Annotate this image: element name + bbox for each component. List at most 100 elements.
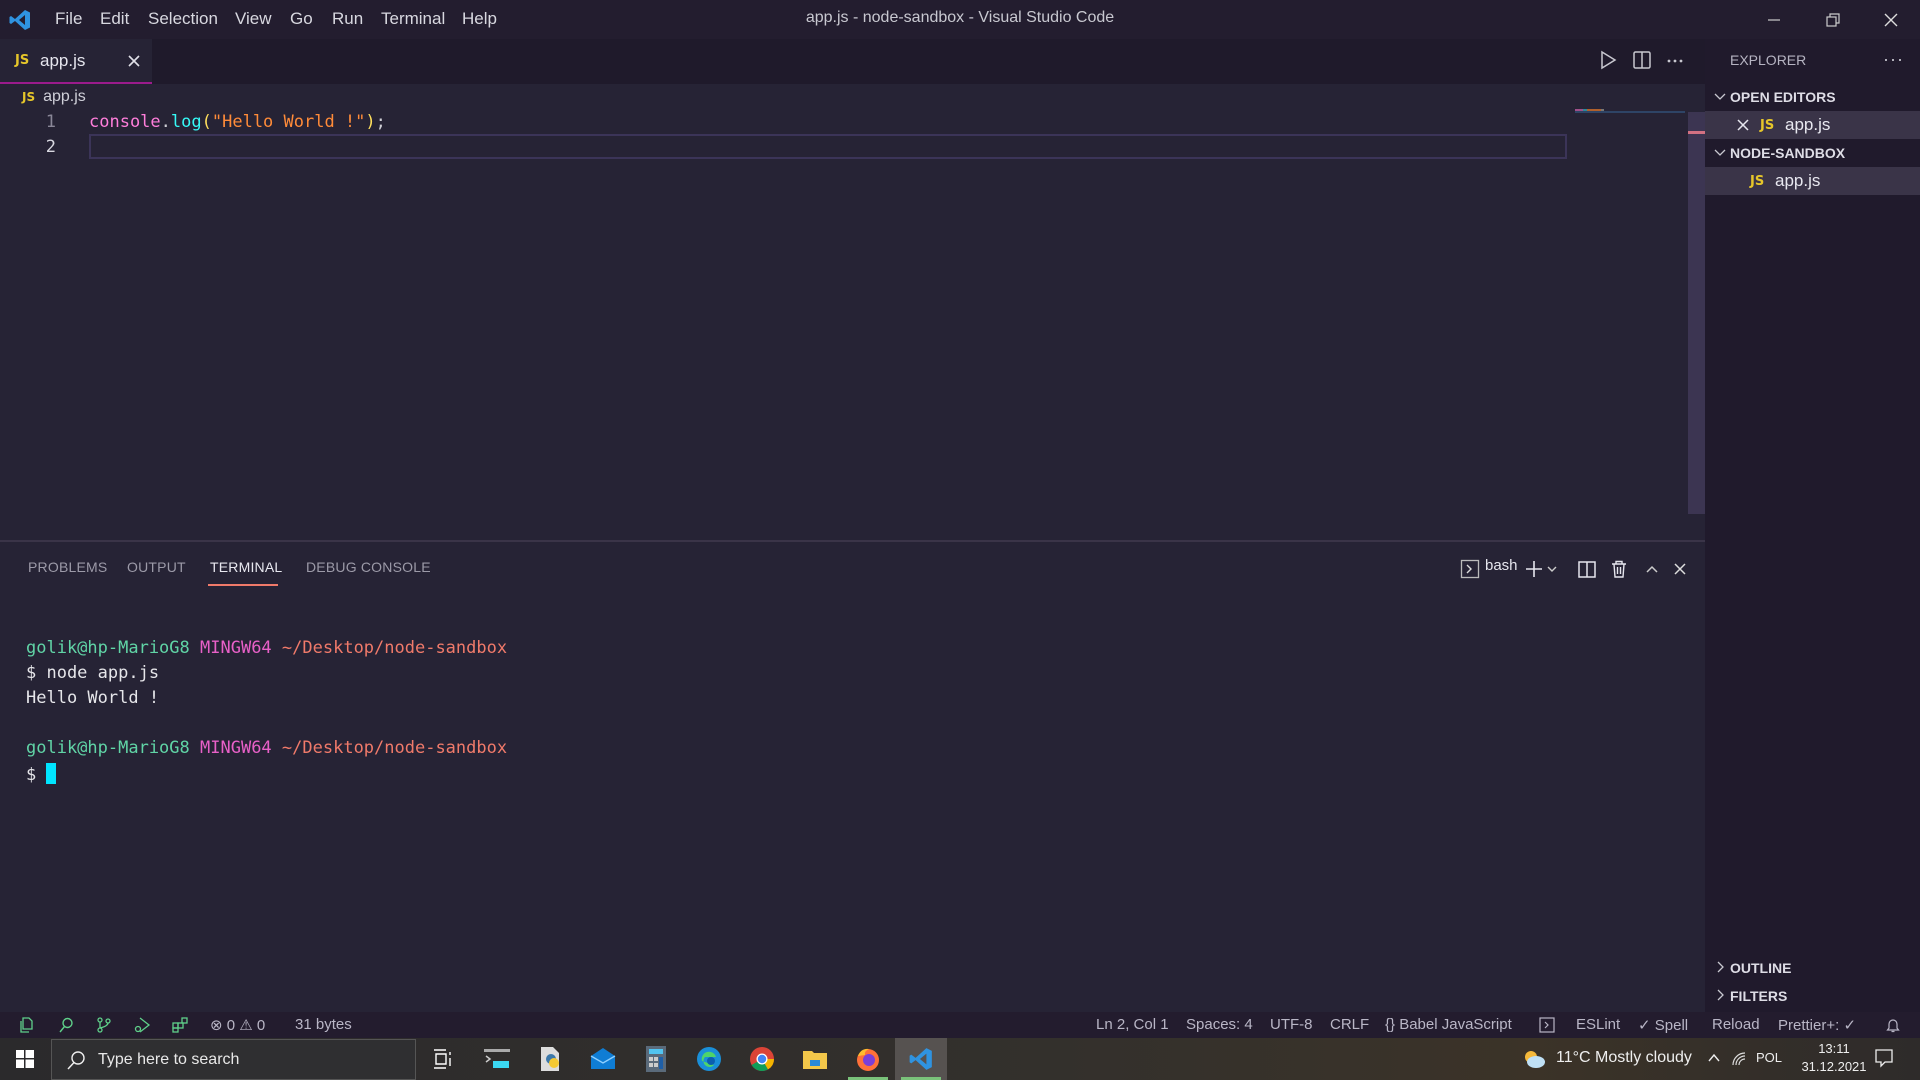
weather-widget[interactable]: 11°C Mostly cloudy xyxy=(1556,1049,1692,1067)
terminal-prompt: golik@hp-MarioG8 MINGW64 ~/Desktop/node-… xyxy=(26,738,507,758)
notifications-bell-icon[interactable] xyxy=(1884,1016,1902,1034)
taskbar-vscode-app[interactable] xyxy=(895,1038,947,1080)
terminal-input-line[interactable]: $ xyxy=(26,763,57,785)
tab-problems[interactable]: PROBLEMS xyxy=(28,559,107,575)
windows-taskbar: Type here to search 11°C Mostly cloudy P… xyxy=(0,1038,1920,1080)
menu-edit[interactable]: Edit xyxy=(100,9,129,29)
more-actions-icon[interactable] xyxy=(1664,49,1686,71)
search-icon[interactable] xyxy=(57,1016,75,1034)
taskbar-chrome-app[interactable] xyxy=(736,1038,788,1080)
taskbar-file-explorer-app[interactable] xyxy=(789,1038,841,1080)
source-control-icon[interactable] xyxy=(95,1016,113,1034)
encoding[interactable]: UTF-8 xyxy=(1270,1016,1313,1033)
tab-app-js[interactable]: JS app.js xyxy=(0,39,152,84)
section-outline[interactable]: OUTLINE xyxy=(1705,954,1920,982)
explorer-sidebar: EXPLORER ··· OPEN EDITORS JS app.js NODE… xyxy=(1705,39,1920,1012)
taskbar-calculator-app[interactable] xyxy=(630,1038,682,1080)
taskbar-search-box[interactable]: Type here to search xyxy=(51,1039,416,1080)
network-icon[interactable] xyxy=(1731,1051,1747,1067)
menu-selection[interactable]: Selection xyxy=(148,9,218,29)
eslint-status[interactable]: ESLint xyxy=(1576,1016,1620,1033)
close-icon[interactable] xyxy=(1736,118,1750,132)
split-editor-icon[interactable] xyxy=(1631,49,1653,71)
editor-scrollbar[interactable] xyxy=(1688,112,1705,514)
taskbar-firefox-app[interactable] xyxy=(842,1038,894,1080)
input-language[interactable]: POL xyxy=(1756,1050,1782,1065)
menu-terminal[interactable]: Terminal xyxy=(381,9,445,29)
breadcrumb[interactable]: JS app.js xyxy=(22,88,86,110)
end-of-line[interactable]: CRLF xyxy=(1330,1016,1369,1033)
start-button[interactable] xyxy=(0,1038,50,1080)
file-size: 31 bytes xyxy=(295,1016,352,1033)
taskbar-python-app[interactable] xyxy=(524,1038,576,1080)
tab-output[interactable]: OUTPUT xyxy=(127,559,186,575)
clock-date[interactable]: 31.12.2021 xyxy=(1800,1059,1868,1074)
folder-icon xyxy=(803,1051,827,1069)
file-label: app.js xyxy=(1775,171,1821,190)
terminal-host: MINGW64 xyxy=(200,638,272,658)
open-editor-item[interactable]: JS app.js xyxy=(1705,111,1920,139)
taskbar-edge-app[interactable] xyxy=(683,1038,735,1080)
close-window-button[interactable] xyxy=(1862,0,1920,39)
title-bar: File Edit Selection View Go Run Terminal… xyxy=(0,0,1920,39)
taskbar-mail-app[interactable] xyxy=(577,1038,629,1080)
terminal-prompt: golik@hp-MarioG8 MINGW64 ~/Desktop/node-… xyxy=(26,638,507,658)
minimap[interactable] xyxy=(1575,84,1688,540)
menu-help[interactable]: Help xyxy=(462,9,497,29)
task-view-button[interactable] xyxy=(417,1038,469,1080)
extensions-icon[interactable] xyxy=(171,1016,189,1034)
terminal-path: ~/Desktop/node-sandbox xyxy=(281,738,508,758)
problems-indicator[interactable]: ⊗ 0 ⚠ 0 xyxy=(210,1016,265,1034)
explorer-icon[interactable] xyxy=(18,1016,36,1034)
section-node-sandbox[interactable]: NODE-SANDBOX xyxy=(1705,139,1920,167)
minimize-button[interactable] xyxy=(1745,0,1803,39)
menu-view[interactable]: View xyxy=(235,9,272,29)
new-terminal-icon[interactable] xyxy=(1523,558,1545,580)
trash-icon[interactable] xyxy=(1608,558,1630,580)
maximize-panel-icon[interactable] xyxy=(1641,558,1663,580)
language-label: Babel JavaScript xyxy=(1399,1016,1512,1033)
chevron-down-icon xyxy=(1714,93,1726,100)
code-token: ; xyxy=(375,112,386,132)
close-panel-icon[interactable] xyxy=(1669,558,1691,580)
reload-button[interactable]: Reload xyxy=(1712,1016,1760,1033)
split-terminal-icon[interactable] xyxy=(1576,558,1598,580)
chevron-down-icon[interactable] xyxy=(1545,558,1559,580)
code-editor[interactable]: JS app.js 1 console.log("Hello World !");… xyxy=(0,84,1705,540)
tab-terminal[interactable]: TERMINAL xyxy=(210,559,282,575)
minimap-code-preview xyxy=(1575,109,1604,111)
breadcrumb-file[interactable]: app.js xyxy=(43,88,86,105)
spell-status[interactable]: ✓ Spell xyxy=(1638,1016,1688,1034)
clock-time[interactable]: 13:11 xyxy=(1806,1041,1862,1056)
code-token: . xyxy=(160,112,171,132)
section-filters[interactable]: FILTERS xyxy=(1705,982,1920,1010)
code-line[interactable]: 2 xyxy=(0,135,1570,160)
explorer-title: EXPLORER xyxy=(1730,52,1807,68)
terminal-shell-selector[interactable]: bash xyxy=(1485,557,1518,574)
code-token: ) xyxy=(365,112,376,132)
terminal-output: Hello World ! xyxy=(26,688,160,708)
menu-file[interactable]: File xyxy=(55,9,82,29)
menu-run[interactable]: Run xyxy=(332,9,363,29)
terminal-icon[interactable] xyxy=(1538,1016,1556,1034)
run-debug-icon[interactable] xyxy=(133,1016,151,1034)
section-open-editors[interactable]: OPEN EDITORS xyxy=(1705,83,1920,111)
tab-debug-console[interactable]: DEBUG CONSOLE xyxy=(306,559,431,575)
show-hidden-icons-chevron-icon[interactable] xyxy=(1707,1052,1721,1064)
minimap-slider[interactable] xyxy=(1575,111,1685,113)
menu-go[interactable]: Go xyxy=(290,9,313,29)
indentation[interactable]: Spaces: 4 xyxy=(1186,1016,1253,1033)
code-line[interactable]: 1 console.log("Hello World !"); xyxy=(0,110,1570,135)
file-tree-item[interactable]: JS app.js xyxy=(1705,167,1920,195)
terminal-shell-icon xyxy=(1460,559,1480,579)
cursor-position[interactable]: Ln 2, Col 1 xyxy=(1096,1016,1169,1033)
taskbar-terminal-app[interactable] xyxy=(471,1038,523,1080)
prettier-status[interactable]: Prettier+: ✓ xyxy=(1778,1016,1856,1034)
explorer-more-actions-icon[interactable]: ··· xyxy=(1883,49,1904,70)
window-title: app.js - node-sandbox - Visual Studio Co… xyxy=(805,9,1115,26)
restore-button[interactable] xyxy=(1804,0,1862,39)
run-file-icon[interactable] xyxy=(1597,49,1619,71)
tab-close-icon[interactable] xyxy=(124,51,144,71)
language-mode[interactable]: {} Babel JavaScript xyxy=(1385,1016,1512,1033)
notification-center-icon[interactable] xyxy=(1874,1048,1894,1068)
